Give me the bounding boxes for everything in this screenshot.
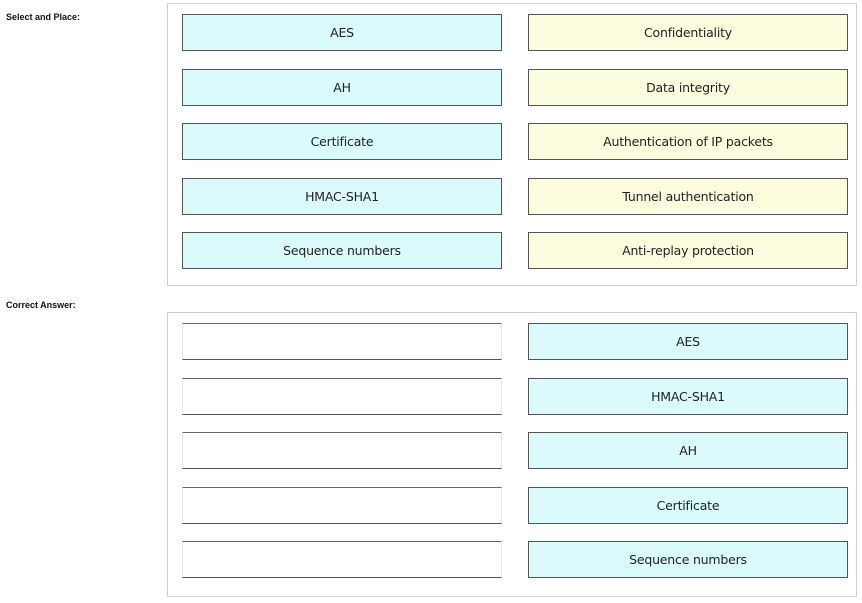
empty-slot[interactable] <box>182 541 502 578</box>
target-tunnel-authentication[interactable]: Tunnel authentication <box>528 178 848 215</box>
empty-slot[interactable] <box>182 378 502 415</box>
answer-item-hmac-sha1[interactable]: HMAC-SHA1 <box>528 378 848 415</box>
select-and-place-panel: AES AH Certificate HMAC-SHA1 Sequence nu… <box>167 3 857 286</box>
empty-slot[interactable] <box>182 487 502 524</box>
empty-slot[interactable] <box>182 323 502 360</box>
answer-item-ah[interactable]: AH <box>528 432 848 469</box>
target-confidentiality[interactable]: Confidentiality <box>528 14 848 51</box>
correct-answer-panel: AES HMAC-SHA1 AH Certificate Sequence nu… <box>167 312 857 597</box>
draggable-item-aes[interactable]: AES <box>182 14 502 51</box>
target-data-integrity[interactable]: Data integrity <box>528 69 848 106</box>
empty-slot[interactable] <box>182 432 502 469</box>
target-anti-replay-protection[interactable]: Anti-replay protection <box>528 232 848 269</box>
answer-item-sequence-numbers[interactable]: Sequence numbers <box>528 541 848 578</box>
answer-item-certificate[interactable]: Certificate <box>528 487 848 524</box>
draggable-item-sequence-numbers[interactable]: Sequence numbers <box>182 232 502 269</box>
correct-answer-label: Correct Answer: <box>6 300 76 310</box>
select-and-place-label: Select and Place: <box>6 12 81 22</box>
answer-item-aes[interactable]: AES <box>528 323 848 360</box>
target-authentication-of-ip-packets[interactable]: Authentication of IP packets <box>528 123 848 160</box>
draggable-item-ah[interactable]: AH <box>182 69 502 106</box>
draggable-item-hmac-sha1[interactable]: HMAC-SHA1 <box>182 178 502 215</box>
draggable-item-certificate[interactable]: Certificate <box>182 123 502 160</box>
